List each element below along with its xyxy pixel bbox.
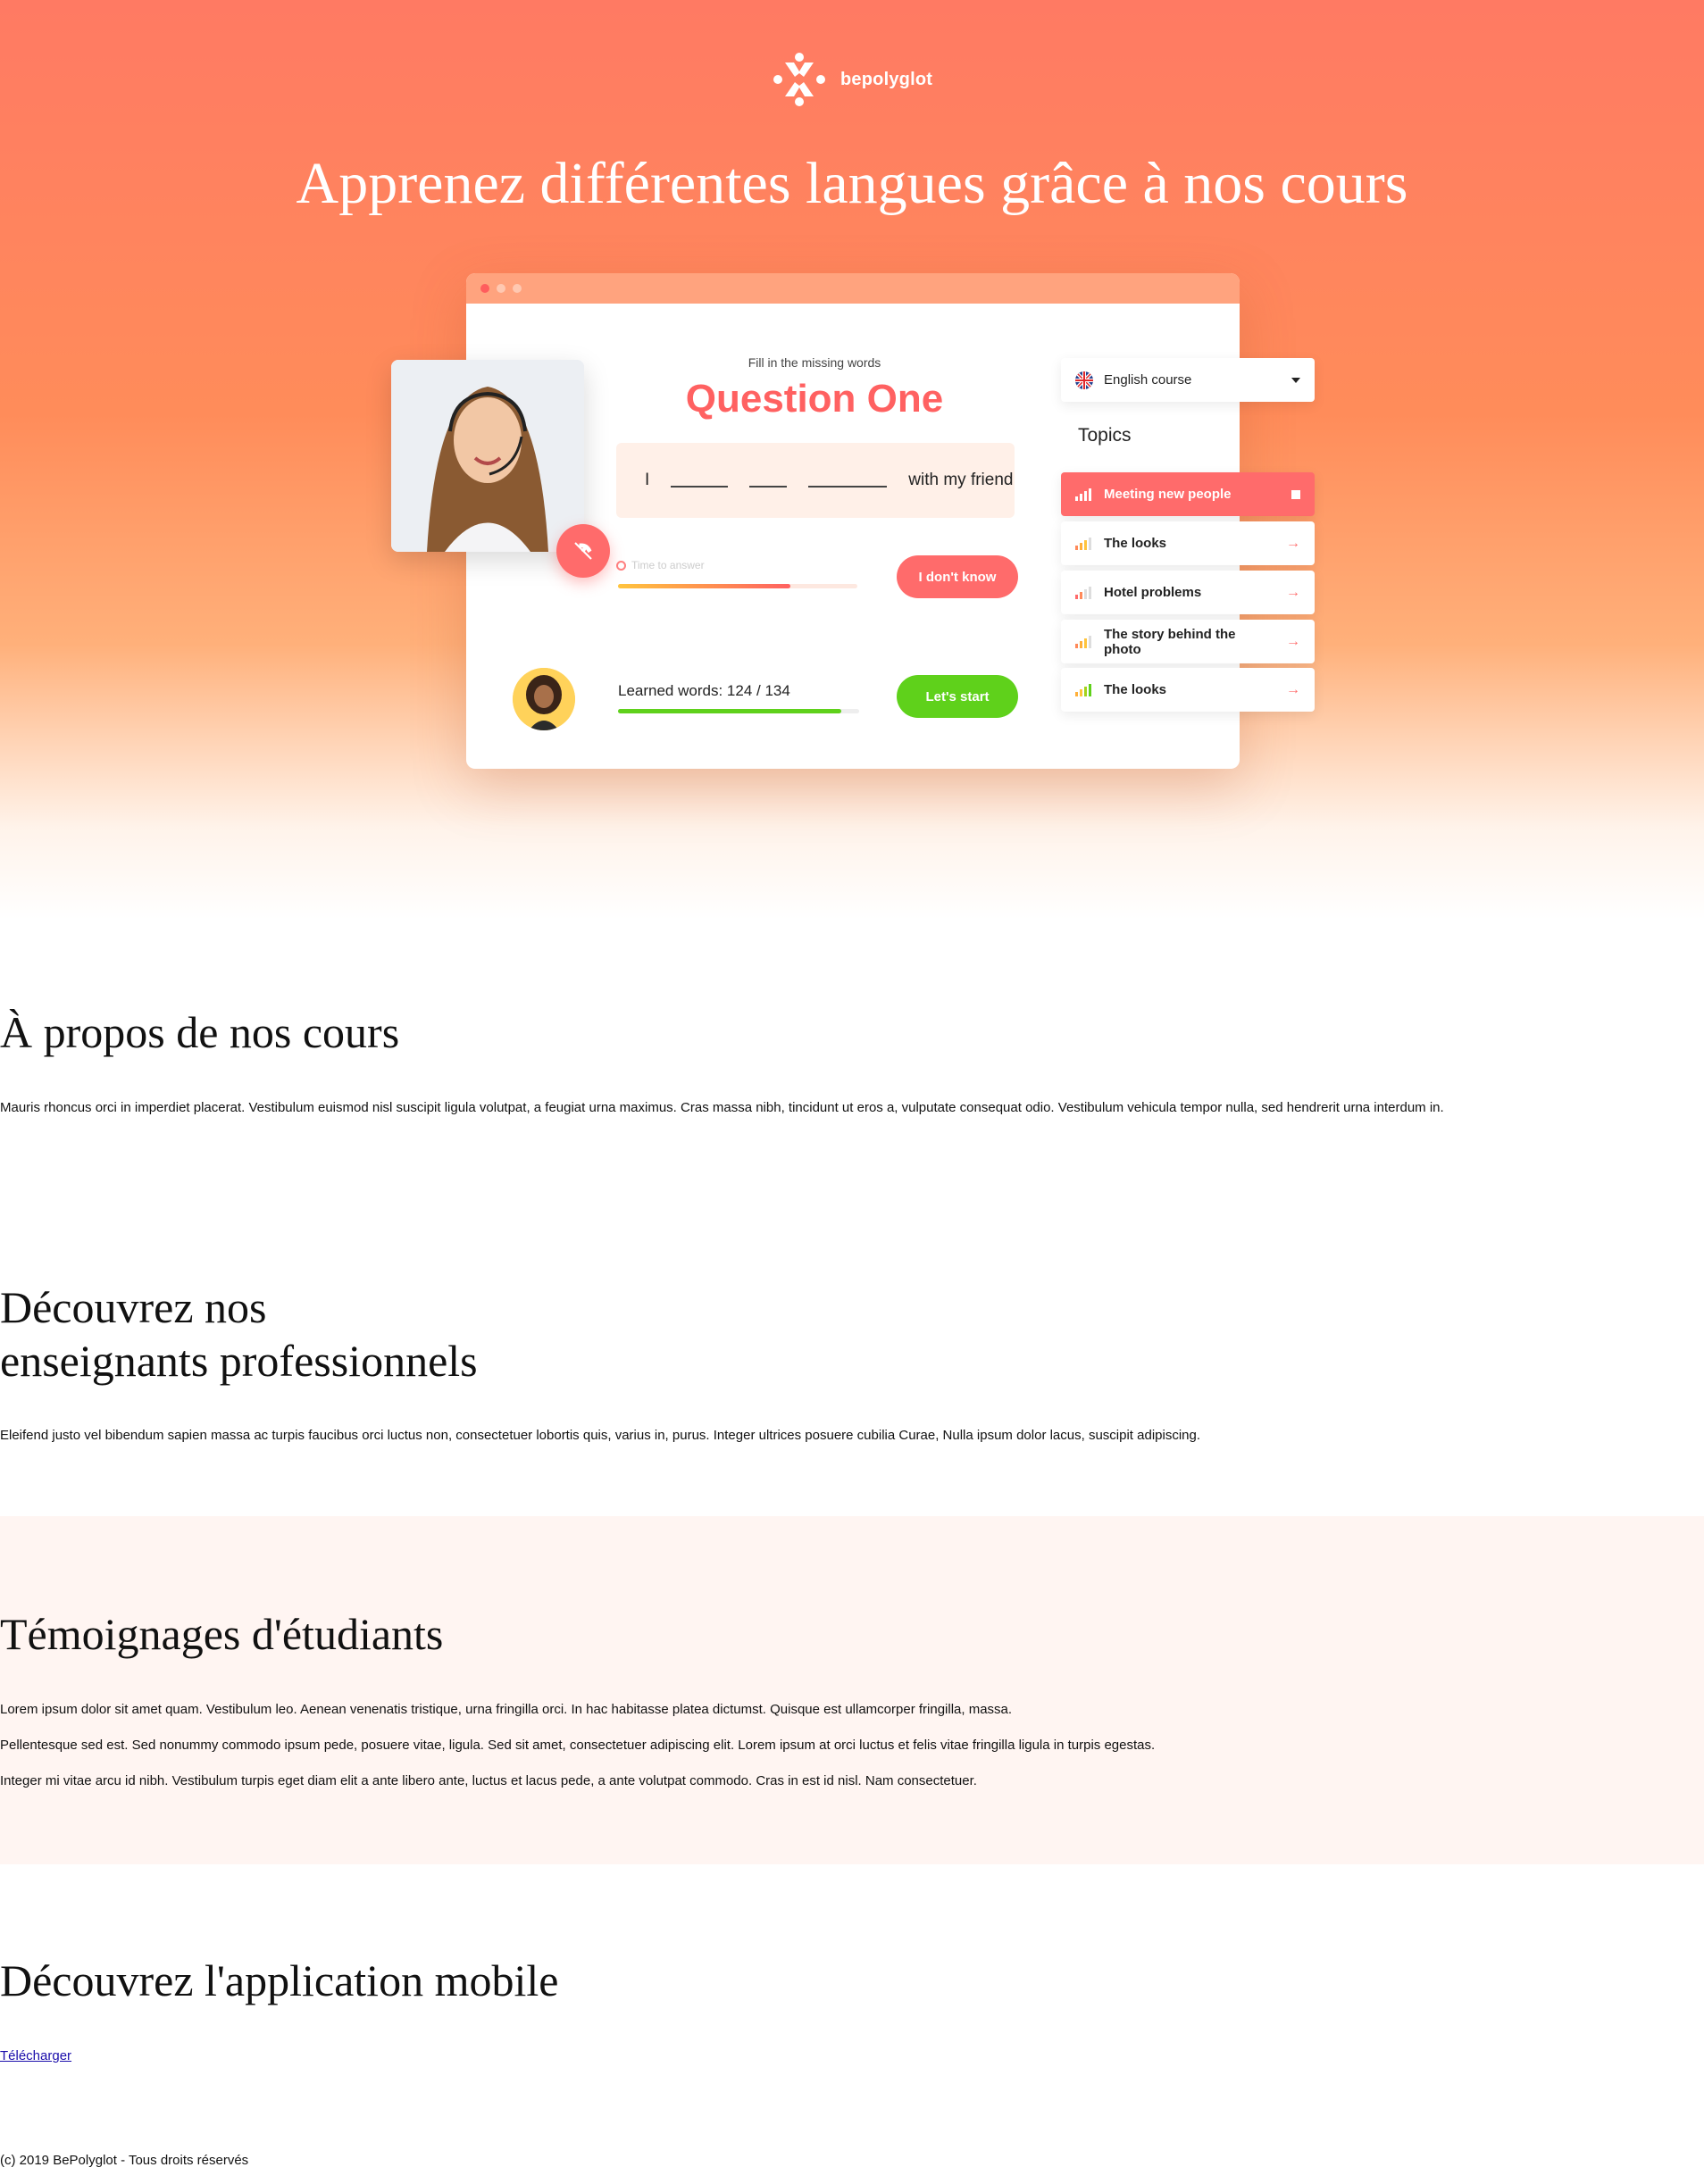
timer-progress-fill [618, 584, 790, 588]
level-bars-icon [1075, 537, 1091, 550]
dont-know-button[interactable]: I don't know [897, 555, 1018, 598]
level-bars-icon [1075, 683, 1091, 696]
level-bars-icon [1075, 488, 1091, 501]
student-photo [513, 668, 575, 730]
sentence-end: with my friend [908, 471, 1014, 489]
teacher-video [391, 360, 584, 552]
learned-words: Learned words: 124 / 134 [618, 682, 790, 699]
topic-label: The looks [1104, 682, 1167, 697]
download-link[interactable]: Télécharger [0, 2048, 71, 2063]
window-maximize-dot [513, 284, 522, 293]
word-blank[interactable] [671, 473, 729, 488]
hang-up-button[interactable] [556, 524, 610, 578]
brand-name: bepolyglot [840, 69, 933, 89]
timer-label: Time to answer [631, 559, 705, 571]
stop-icon [1291, 489, 1300, 499]
timer-progress-bar [618, 584, 857, 588]
sentence-box: I with my friend [616, 443, 1015, 518]
topic-item[interactable]: Meeting new people [1061, 472, 1315, 516]
level-bars-icon [1075, 635, 1091, 648]
learned-progress-fill [618, 709, 841, 713]
teachers-title: Découvrez nos enseignants professionnels [0, 1280, 478, 1388]
teacher-photo [391, 360, 584, 552]
topic-label: The looks [1104, 536, 1167, 551]
course-label: English course [1104, 372, 1192, 388]
arrow-right-icon: → [1286, 681, 1300, 697]
student-avatar[interactable] [513, 668, 575, 730]
course-selector[interactable]: English course [1061, 358, 1315, 402]
hero-section: bepolyglot Apprenez différentes langues … [0, 0, 1704, 920]
teachers-title-line2: enseignants professionnels [0, 1336, 478, 1386]
arrow-right-icon: → [1286, 584, 1300, 600]
clock-icon [616, 560, 626, 571]
topic-label: Hotel problems [1104, 585, 1202, 600]
uk-flag-icon [1075, 371, 1093, 389]
chevron-down-icon [1291, 377, 1300, 383]
timer: Time to answer [616, 559, 705, 571]
testimonials-title: Témoignages d'étudiants [0, 1609, 444, 1659]
topic-label: Meeting new people [1104, 487, 1232, 502]
lets-start-button[interactable]: Let's start [897, 675, 1018, 718]
window-minimize-dot [497, 284, 505, 293]
topic-item[interactable]: The story behind the photo → [1061, 620, 1315, 663]
footer-copyright: (c) 2019 BePolyglot - Tous droits réserv… [0, 2153, 249, 2168]
learned-progress-bar [618, 709, 859, 713]
testimonial-text: Pellentesque sed est. Sed nonummy commod… [0, 1738, 1156, 1753]
topic-item[interactable]: Hotel problems → [1061, 571, 1315, 614]
word-blank[interactable] [749, 473, 788, 488]
topic-item[interactable]: The looks → [1061, 668, 1315, 712]
app-title: Découvrez l'application mobile [0, 1955, 559, 2005]
about-title: À propos de nos cours [0, 1007, 400, 1057]
about-text: Mauris rhoncus orci in imperdiet placera… [0, 1100, 1444, 1115]
phone-off-icon [574, 542, 592, 560]
teachers-title-line1: Découvrez nos [0, 1282, 267, 1332]
level-bars-icon [1075, 586, 1091, 599]
hero-title: Apprenez différentes langues grâce à nos… [296, 151, 1408, 216]
word-blank[interactable] [808, 473, 888, 488]
testimonial-text: Integer mi vitae arcu id nibh. Vestibulu… [0, 1773, 977, 1788]
topic-label: The story behind the photo [1104, 626, 1236, 657]
sentence-start: I [645, 471, 650, 489]
brand-logo[interactable]: bepolyglot [773, 52, 932, 107]
topics-title: Topics [1078, 425, 1132, 446]
testimonials-section [0, 1516, 1704, 1864]
arrow-right-icon: → [1286, 535, 1300, 551]
window-titlebar [466, 273, 1240, 304]
window-close-dot [480, 284, 489, 293]
arrow-right-icon: → [1286, 633, 1300, 649]
topic-item[interactable]: The looks → [1061, 521, 1315, 565]
testimonial-text: Lorem ipsum dolor sit amet quam. Vestibu… [0, 1702, 1013, 1717]
teachers-text: Eleifend justo vel bibendum sapien massa… [0, 1428, 1201, 1443]
bepolyglot-logo-icon [773, 53, 825, 106]
